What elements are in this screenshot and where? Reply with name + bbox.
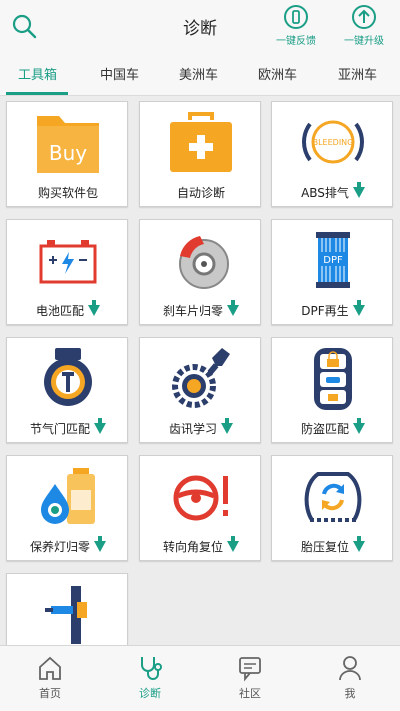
function-grid: Buy 购买软件包 自动诊断 BLEEDING ABS排气 电池匹配 刹车片归零… [0, 97, 400, 645]
oil-maintenance-icon [41, 468, 95, 524]
tile-maintenance-reset[interactable]: 保养灯归零 [6, 455, 128, 561]
download-icon [227, 536, 239, 552]
download-icon [353, 536, 365, 552]
gear-sensor-icon [172, 348, 230, 408]
dpf-text: DPF [323, 255, 343, 266]
nav-label: 社区 [239, 687, 261, 700]
upgrade-label: 一键升级 [344, 36, 384, 47]
tile-label: 保养灯归零 [29, 540, 90, 554]
tile-label: 节气门匹配 [29, 422, 90, 436]
tile-throttle-match[interactable]: 节气门匹配 [6, 337, 128, 443]
nav-me[interactable]: 我 [320, 654, 380, 701]
bottom-nav: 首页 诊断 社区 我 [0, 645, 400, 711]
steering-wheel-icon [173, 475, 228, 521]
nav-label: 诊断 [139, 687, 161, 700]
medical-kit-icon [170, 112, 232, 172]
nav-home[interactable]: 首页 [20, 654, 80, 701]
tile-battery-match[interactable]: 电池匹配 [6, 219, 128, 325]
feedback-button[interactable]: 一键反馈 [267, 4, 325, 47]
tile-auto-diagnosis[interactable]: 自动诊断 [139, 101, 261, 207]
tile-label: 转向角复位 [162, 540, 223, 554]
download-icon [353, 418, 365, 434]
tile-label: ABS排气 [301, 186, 349, 200]
tile-label: 齿讯学习 [168, 422, 217, 436]
upgrade-icon [352, 5, 376, 29]
tile-injector[interactable] [6, 573, 128, 645]
download-icon [227, 300, 239, 316]
tile-tire-pressure-reset[interactable]: 胎压复位 [271, 455, 393, 561]
tab-active-indicator [6, 92, 68, 95]
battery-icon [39, 240, 97, 284]
buy-text: Buy [49, 141, 87, 165]
tile-steering-reset[interactable]: 转向角复位 [139, 455, 261, 561]
tile-label: 电池匹配 [35, 304, 84, 318]
tile-label: 胎压复位 [300, 540, 349, 554]
person-icon [339, 656, 361, 681]
chat-bubble-icon [239, 657, 261, 682]
tile-label: 购买软件包 [37, 186, 98, 200]
bleeding-text: BLEEDING [313, 138, 354, 147]
tile-abs-bleeding[interactable]: BLEEDING ABS排气 [271, 101, 393, 207]
tile-label: DPF再生 [301, 304, 349, 318]
feedback-label: 一键反馈 [276, 36, 316, 47]
tab-toolbox[interactable]: 工具箱 [18, 64, 57, 83]
stethoscope-icon [141, 657, 162, 680]
nav-diagnosis[interactable]: 诊断 [120, 654, 180, 701]
nav-community[interactable]: 社区 [220, 654, 280, 701]
nav-label: 我 [344, 687, 356, 700]
abs-bleeding-icon: BLEEDING [302, 120, 364, 164]
tire-pressure-icon [304, 472, 362, 522]
tile-dpf-regeneration[interactable]: DPF DPF再生 [271, 219, 393, 325]
download-icon [221, 418, 233, 434]
throttle-icon [44, 348, 92, 406]
tab-asian-cars[interactable]: 亚洲车 [338, 64, 377, 83]
tile-label: 自动诊断 [176, 186, 225, 200]
tab-european-cars[interactable]: 欧洲车 [258, 64, 297, 83]
feedback-icon [284, 5, 308, 29]
tile-brake-pad-reset[interactable]: 刹车片归零 [139, 219, 261, 325]
nav-label: 首页 [39, 687, 61, 700]
tab-china-cars[interactable]: 中国车 [100, 64, 139, 83]
dpf-filter-icon: DPF [316, 232, 350, 288]
category-tabs: 工具箱 中国车 美洲车 欧洲车 亚洲车 [0, 52, 400, 96]
tile-anti-theft-match[interactable]: 防盗匹配 [271, 337, 393, 443]
search-icon [12, 14, 37, 39]
brake-disc-icon [179, 236, 229, 289]
tab-american-cars[interactable]: 美洲车 [179, 64, 218, 83]
tile-gear-learning[interactable]: 齿讯学习 [139, 337, 261, 443]
top-bar: 诊断 一键反馈 一键升级 [0, 0, 400, 52]
download-icon [352, 300, 365, 316]
tile-label: 刹车片归零 [162, 304, 223, 318]
search-button[interactable] [10, 12, 38, 40]
download-icon [94, 536, 106, 552]
download-icon [94, 418, 106, 434]
anti-theft-key-icon [314, 348, 352, 410]
tile-buy-software[interactable]: Buy 购买软件包 [6, 101, 128, 207]
home-icon [39, 656, 61, 680]
injector-icon [45, 586, 87, 644]
download-icon [352, 182, 365, 198]
download-icon [88, 300, 100, 316]
buy-folder-icon: Buy [37, 116, 99, 173]
upgrade-button[interactable]: 一键升级 [335, 4, 393, 47]
tile-label: 防盗匹配 [300, 422, 349, 436]
